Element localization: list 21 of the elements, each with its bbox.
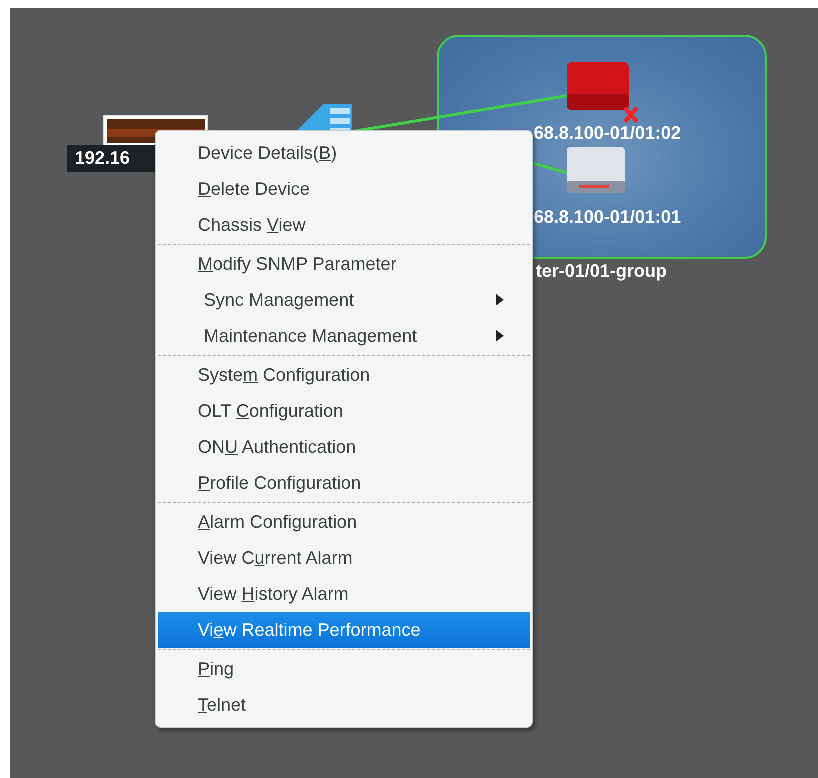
device-label: 68.8.100-01/01:01	[534, 207, 682, 228]
menu-item[interactable]: Chassis View	[158, 207, 530, 243]
menu-item[interactable]: ONU Authentication	[158, 429, 530, 465]
menu-item[interactable]: Delete Device	[158, 171, 530, 207]
submenu-arrow-icon	[496, 294, 504, 306]
device-label: 68.8.100-01/01:02	[534, 123, 682, 144]
menu-item[interactable]: Sync Management	[158, 282, 530, 318]
menu-item[interactable]: Profile Configuration	[158, 465, 530, 501]
menu-item[interactable]: Alarm Configuration	[158, 504, 530, 540]
group-label: ter-01/01-group	[536, 261, 668, 282]
menu-item[interactable]: View History Alarm	[158, 576, 530, 612]
menu-item[interactable]: Telnet	[158, 687, 530, 723]
submenu-arrow-icon	[496, 330, 504, 342]
link-line	[532, 162, 567, 174]
menu-item[interactable]: OLT Configuration	[158, 393, 530, 429]
menu-item[interactable]: View Current Alarm	[158, 540, 530, 576]
menu-item[interactable]: Maintenance Management	[158, 318, 530, 354]
menu-item[interactable]: Modify SNMP Parameter	[158, 246, 530, 282]
menu-item[interactable]: Ping	[158, 651, 530, 687]
menu-item[interactable]: System Configuration	[158, 357, 530, 393]
menu-item[interactable]: View Realtime Performance	[158, 612, 530, 648]
